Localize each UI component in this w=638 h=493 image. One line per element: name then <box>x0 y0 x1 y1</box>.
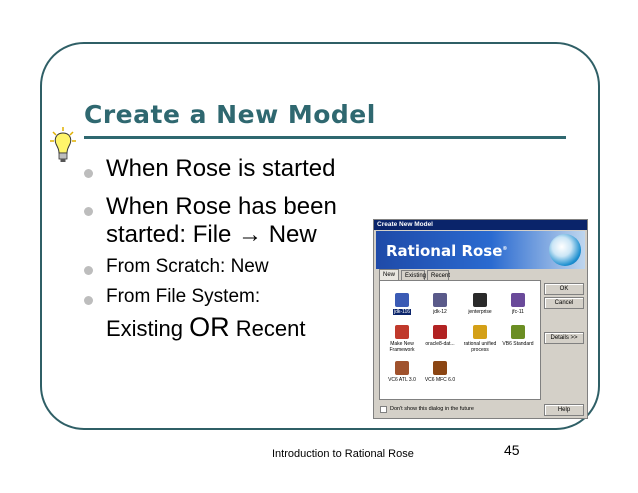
slide-footer: Introduction to Rational Rose <box>272 448 414 460</box>
title-underline <box>84 136 566 139</box>
template-item-jdk-12[interactable]: jdk-12 <box>420 293 460 315</box>
template-label: Make New Framework <box>389 341 415 353</box>
tab-existing[interactable]: Existing <box>401 270 426 280</box>
bullet-dot <box>84 296 93 305</box>
template-label: VC6 ATL 3.0 <box>388 377 416 383</box>
template-icon <box>511 325 525 339</box>
template-label: oracle8-dat... <box>425 341 455 347</box>
cancel-button[interactable]: Cancel <box>544 297 584 309</box>
bullet-dot <box>84 169 93 178</box>
template-item-jfc-11[interactable]: jfc-11 <box>498 293 538 315</box>
lightbulb-icon <box>50 127 76 162</box>
dont-show-label: Don't show this dialog in the future <box>390 406 474 412</box>
tab-new[interactable]: New <box>379 269 399 280</box>
registered-mark: ® <box>502 246 508 252</box>
bullet-text: When Rose is started <box>106 155 336 182</box>
bullet-text-continued: started: File → New <box>106 221 317 248</box>
bullet-dot <box>84 266 93 275</box>
template-icon <box>433 325 447 339</box>
template-label: jenterprise <box>468 309 492 315</box>
ok-button[interactable]: OK <box>544 283 584 295</box>
template-label: jfc-11 <box>512 309 524 315</box>
template-label: VB6 Standard <box>502 341 534 347</box>
slide-title: Create a New Model <box>84 100 376 129</box>
template-icon <box>395 361 409 375</box>
template-icon <box>473 325 487 339</box>
template-item-vc6-atl[interactable]: VC6 ATL 3.0 <box>382 361 422 383</box>
template-icon <box>511 293 525 307</box>
help-button[interactable]: Help <box>544 404 584 416</box>
bullet-text: When Rose has been <box>106 193 337 220</box>
bullet-text: From File System: <box>106 286 261 307</box>
tab-recent[interactable]: Recent <box>427 270 450 280</box>
template-item-jenterprise[interactable]: jenterprise <box>460 293 500 315</box>
or-text: OR <box>189 312 230 342</box>
dialog-title-bar[interactable]: Create New Model <box>374 220 587 230</box>
template-label: jdk-116 <box>392 309 412 315</box>
rational-logo-icon <box>549 234 581 266</box>
template-label: VC6 MFC 6.0 <box>424 377 456 383</box>
banner-text: Rational Rose <box>386 242 503 260</box>
banner-title: Rational Rose® <box>386 242 507 260</box>
bullet-dot <box>84 207 93 216</box>
template-item-oracle8[interactable]: oracle8-dat... <box>420 325 460 347</box>
template-list: jdk-116 jdk-12 jenterprise jfc-11 Make N… <box>379 280 541 400</box>
template-item-jdk-116[interactable]: jdk-116 <box>382 293 422 315</box>
rational-rose-banner: Rational Rose® <box>376 231 585 269</box>
template-label: jdk-12 <box>433 309 447 315</box>
template-icon <box>433 361 447 375</box>
template-icon <box>433 293 447 307</box>
bullet-text: From Scratch: New <box>106 256 269 277</box>
page-number: 45 <box>504 442 520 458</box>
template-item-vb6-standard[interactable]: VB6 Standard <box>498 325 538 347</box>
template-icon <box>395 293 409 307</box>
recent-text: Recent <box>229 316 306 341</box>
template-label: rational unified process <box>463 341 497 353</box>
template-icon <box>395 325 409 339</box>
template-item-make-new-framework[interactable]: Make New Framework <box>382 325 422 353</box>
existing-text: Existing <box>106 316 190 341</box>
create-new-model-dialog: Create New Model Rational Rose® New Exis… <box>373 219 588 419</box>
template-item-vc6-mfc[interactable]: VC6 MFC 6.0 <box>420 361 460 383</box>
existing-or-recent-line: Existing OR Recent <box>106 312 305 343</box>
template-icon <box>473 293 487 307</box>
details-button[interactable]: Details >> <box>544 332 584 344</box>
template-item-rational-unified-process[interactable]: rational unified process <box>460 325 500 353</box>
dont-show-checkbox[interactable] <box>380 406 387 413</box>
